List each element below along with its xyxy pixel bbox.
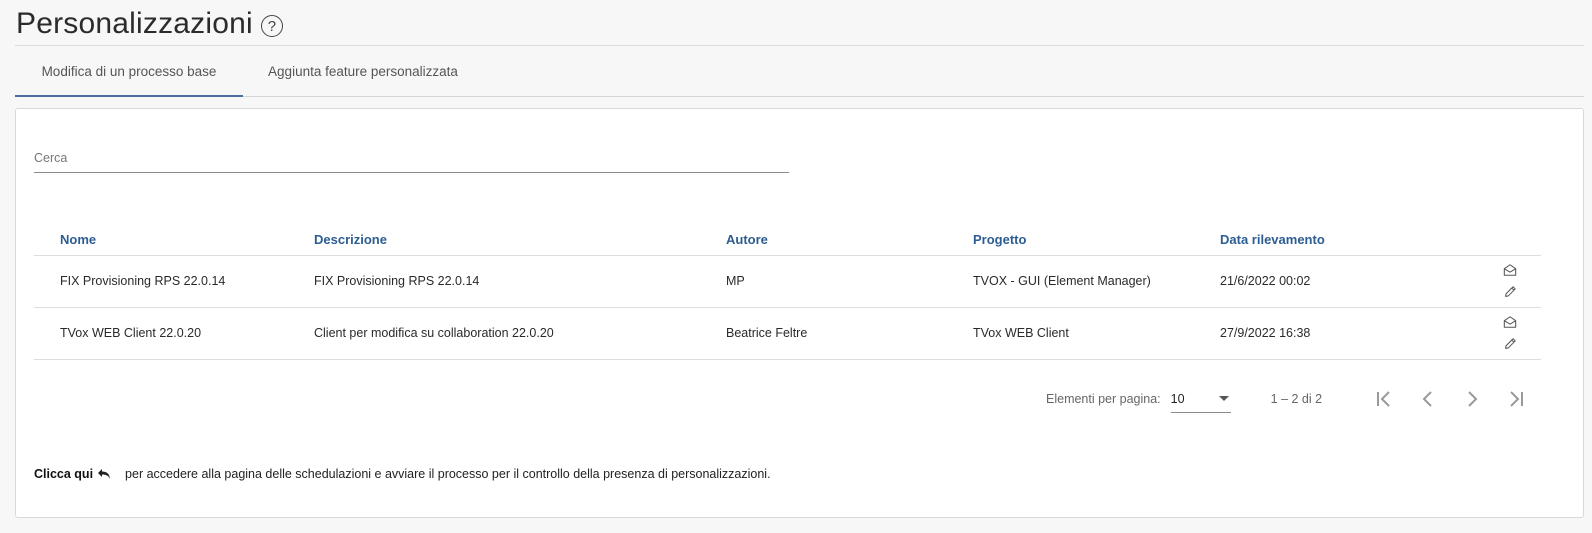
cell-progetto: TVox WEB Client <box>973 307 1220 360</box>
column-header-data-rilevamento[interactable]: Data rilevamento <box>1220 221 1460 256</box>
cell-progetto: TVOX - GUI (Element Manager) <box>973 255 1220 308</box>
table-header-row: Nome Descrizione Autore Progetto Data ri… <box>34 221 1541 256</box>
cell-nome: FIX Provisioning RPS 22.0.14 <box>34 255 314 308</box>
first-page-icon[interactable] <box>1362 384 1406 414</box>
tab-aggiunta-feature[interactable]: Aggiunta feature personalizzata <box>243 46 483 96</box>
column-header-autore[interactable]: Autore <box>726 221 973 256</box>
column-header-progetto[interactable]: Progetto <box>973 221 1220 256</box>
page-range-label: 1 – 2 di 2 <box>1270 392 1323 406</box>
cell-data-rilevamento: 21/6/2022 00:02 <box>1220 255 1460 308</box>
cell-autore: MP <box>726 255 973 308</box>
tab-bar: Modifica di un processo base Aggiunta fe… <box>15 46 1584 97</box>
column-header-nome[interactable]: Nome <box>34 221 314 256</box>
envelope-open-icon[interactable] <box>1499 259 1521 281</box>
envelope-open-icon[interactable] <box>1499 311 1521 333</box>
next-page-icon[interactable] <box>1450 384 1494 414</box>
last-page-icon[interactable] <box>1494 384 1538 414</box>
page-title: Personalizzazioni <box>16 7 253 40</box>
page-size-label: Elementi per pagina: <box>1046 392 1161 406</box>
search-input[interactable] <box>34 147 789 165</box>
caret-down-icon <box>1218 396 1229 401</box>
schedulazioni-link[interactable]: Clicca qui <box>34 467 111 481</box>
paginator: Elementi per pagina: 10 1 – 2 di 2 <box>1046 384 1538 414</box>
cell-actions <box>1460 255 1541 308</box>
help-icon[interactable]: ? <box>260 15 283 37</box>
table-row[interactable]: TVox WEB Client 22.0.20 Client per modif… <box>34 307 1541 360</box>
column-header-descrizione[interactable]: Descrizione <box>314 221 726 256</box>
footer-note: Clicca qui per accedere alla pagina dell… <box>34 467 771 481</box>
page-header: Personalizzazioni ? <box>16 2 1592 46</box>
page-size-select[interactable]: 10 <box>1170 385 1231 413</box>
cell-nome: TVox WEB Client 22.0.20 <box>34 307 314 360</box>
search-field <box>34 147 789 173</box>
cell-data-rilevamento: 27/9/2022 16:38 <box>1220 307 1460 360</box>
reply-arrow-icon <box>98 469 111 479</box>
content-card: Nome Descrizione Autore Progetto Data ri… <box>15 108 1584 518</box>
cell-descrizione: FIX Provisioning RPS 22.0.14 <box>314 255 726 308</box>
page-navigation <box>1362 384 1538 414</box>
previous-page-icon[interactable] <box>1406 384 1450 414</box>
cell-actions <box>1460 307 1541 360</box>
schedulazioni-link-label: Clicca qui <box>34 467 94 481</box>
footer-description: per accedere alla pagina delle schedulaz… <box>125 467 771 481</box>
tab-modifica-processo-base[interactable]: Modifica di un processo base <box>15 46 243 97</box>
table-row[interactable]: FIX Provisioning RPS 22.0.14 FIX Provisi… <box>34 255 1541 308</box>
pencil-icon[interactable] <box>1499 333 1521 355</box>
pencil-icon[interactable] <box>1499 281 1521 303</box>
column-header-actions <box>1460 221 1541 256</box>
cell-descrizione: Client per modifica su collaboration 22.… <box>314 307 726 360</box>
cell-autore: Beatrice Feltre <box>726 307 973 360</box>
page-size-value: 10 <box>1170 391 1185 406</box>
customizations-table: Nome Descrizione Autore Progetto Data ri… <box>34 221 1541 360</box>
